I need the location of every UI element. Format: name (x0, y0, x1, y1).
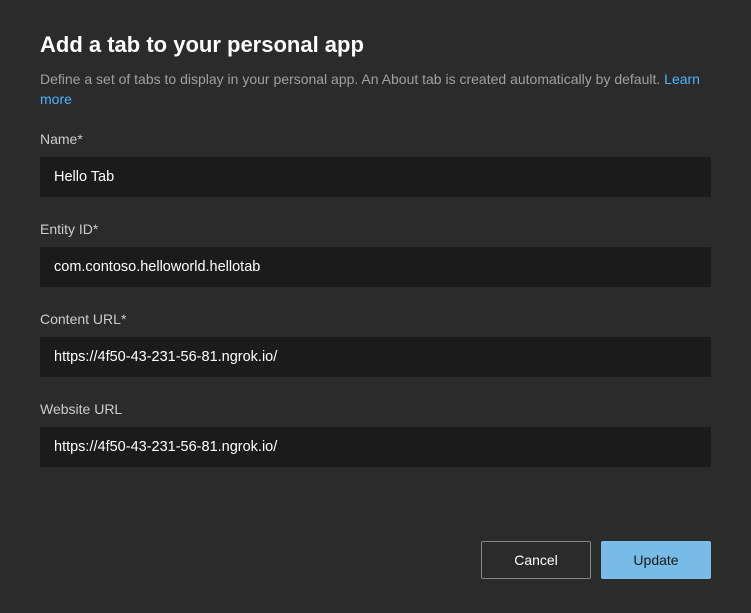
name-label-text: Name (40, 131, 77, 147)
description-text: Define a set of tabs to display in your … (40, 71, 660, 87)
name-input[interactable] (40, 157, 711, 197)
name-label: Name* (40, 131, 711, 147)
dialog-title: Add a tab to your personal app (40, 32, 711, 58)
required-indicator: * (93, 221, 98, 237)
website-url-label-text: Website URL (40, 401, 122, 417)
update-button[interactable]: Update (601, 541, 711, 579)
entity-id-field-group: Entity ID* (40, 221, 711, 287)
website-url-label: Website URL (40, 401, 711, 417)
name-field-group: Name* (40, 131, 711, 197)
entity-id-input[interactable] (40, 247, 711, 287)
entity-id-label: Entity ID* (40, 221, 711, 237)
website-url-field-group: Website URL (40, 401, 711, 467)
required-indicator: * (77, 131, 82, 147)
content-url-label: Content URL* (40, 311, 711, 327)
content-url-input[interactable] (40, 337, 711, 377)
entity-id-label-text: Entity ID (40, 221, 93, 237)
website-url-input[interactable] (40, 427, 711, 467)
required-indicator: * (121, 311, 126, 327)
add-tab-dialog: Add a tab to your personal app Define a … (0, 0, 751, 613)
dialog-description: Define a set of tabs to display in your … (40, 70, 711, 109)
content-url-label-text: Content URL (40, 311, 121, 327)
cancel-button[interactable]: Cancel (481, 541, 591, 579)
dialog-button-row: Cancel Update (481, 541, 711, 579)
content-url-field-group: Content URL* (40, 311, 711, 377)
